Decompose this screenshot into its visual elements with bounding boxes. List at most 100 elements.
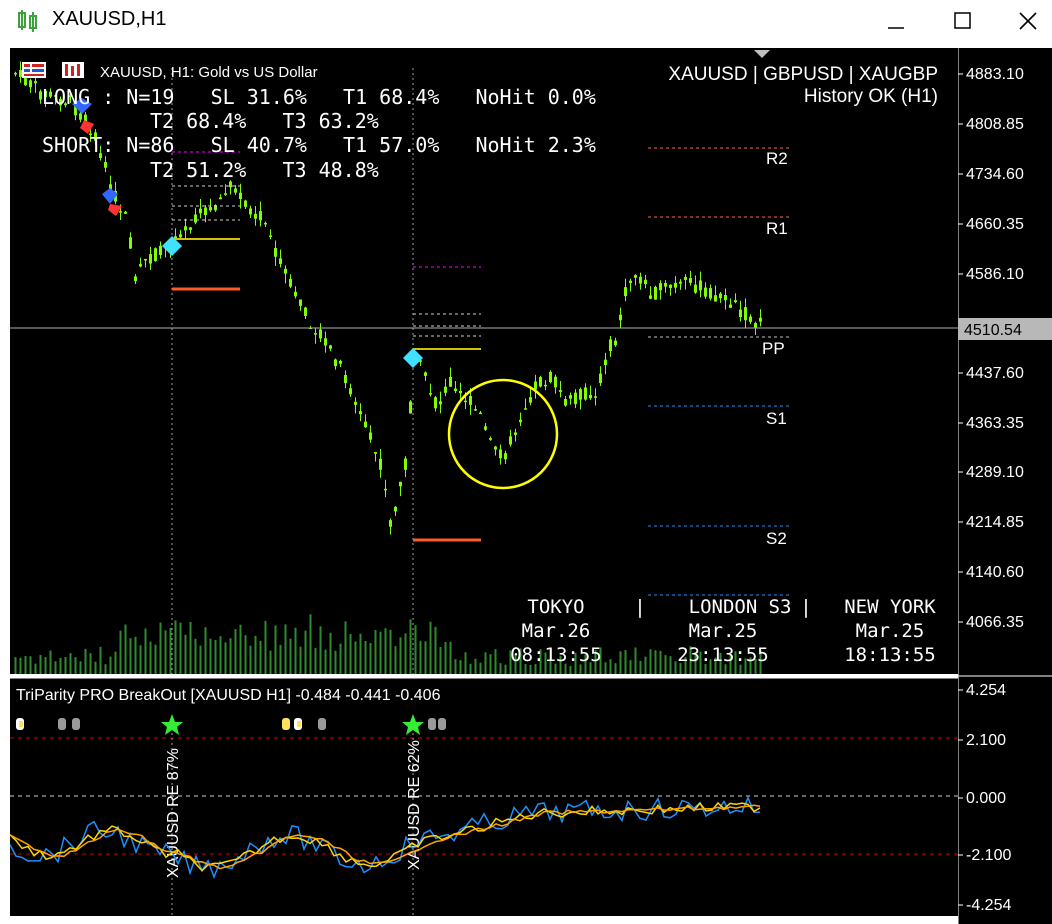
candle-body [464, 400, 467, 403]
candle-body [119, 211, 122, 213]
pivot-s2-label: S2 [766, 529, 787, 548]
candle-body [359, 411, 362, 415]
candle-body [619, 314, 622, 321]
candle-body [689, 278, 692, 283]
candle-body [754, 323, 757, 328]
candle-body [369, 432, 372, 440]
candle-body [374, 452, 377, 454]
indicator-tick-label: -4.254 [966, 897, 1011, 914]
candle-body [334, 359, 337, 367]
close-icon [1019, 12, 1037, 30]
candle-body [589, 394, 592, 399]
indicator-panel[interactable]: TriParity PRO BreakOut [XAUUSD H1] -0.48… [10, 678, 958, 916]
minimize-button[interactable] [868, 0, 924, 44]
candle-body [499, 449, 502, 459]
candle-body [289, 278, 292, 287]
candle-body [349, 388, 352, 395]
candle-body [409, 401, 412, 414]
candle-body [274, 248, 277, 257]
candle-body [304, 307, 307, 316]
candle-body [259, 211, 262, 221]
candle-body [139, 263, 142, 267]
candle-body [244, 200, 247, 207]
candle-body [384, 488, 387, 491]
candle-body [554, 376, 557, 388]
candle-body [539, 377, 542, 387]
candle-body [664, 283, 667, 287]
candle-body [739, 309, 742, 318]
candle-body [189, 227, 192, 230]
candle-body [199, 208, 202, 214]
candle-body [129, 237, 132, 249]
candle-body [239, 192, 242, 200]
candle-body [549, 371, 552, 383]
candle-body [614, 340, 617, 346]
candle-body [249, 208, 252, 215]
price-tick-label: 4363.35 [966, 415, 1024, 432]
candle-body [704, 287, 707, 297]
candle-body [159, 245, 162, 255]
candle-body [629, 280, 632, 284]
candle-body [744, 307, 747, 321]
candle-body [569, 395, 572, 399]
price-tick-label: 4883.10 [966, 66, 1024, 83]
candle-body [204, 207, 207, 216]
candle-body [669, 284, 672, 289]
candle-body [759, 317, 762, 322]
candle-body [504, 453, 507, 460]
candle-body [634, 275, 637, 278]
candle-body [234, 188, 237, 193]
candle-body [594, 396, 597, 398]
candle-body [559, 389, 562, 392]
candle-body [354, 401, 357, 405]
price-tick-label: 4808.85 [966, 116, 1024, 133]
candle-body [544, 384, 547, 387]
session-london-time: 23:13:55 [677, 644, 769, 666]
price-tick-label: 4437.60 [966, 365, 1024, 382]
stats-short-line1: SHORT: N=86 SL 40.7% T1 57.0% NoHit 2.3% [42, 133, 596, 157]
indicator-tick-label: -2.100 [966, 847, 1011, 864]
session-tokyo-date: Mar.26 [522, 620, 591, 642]
price-tick-label: 4734.60 [966, 166, 1024, 183]
candle-body [184, 226, 187, 231]
symbols-label: XAUUSD | GBPUSD | XAUGBP [668, 64, 938, 85]
price-tick-label: 4214.85 [966, 514, 1024, 531]
price-axis[interactable]: 4883.10 4808.85 4734.60 4660.35 4586.10 4437.… [958, 48, 1052, 924]
candle-body [439, 401, 442, 405]
close-button[interactable] [996, 0, 1052, 44]
candle-body [394, 506, 397, 512]
candle-body [14, 72, 17, 75]
candle-body [104, 162, 107, 168]
candle-body [124, 211, 127, 214]
candle-body [454, 388, 457, 392]
candle-body [489, 438, 492, 440]
candle-body [624, 287, 627, 297]
candle-body [24, 77, 27, 86]
maximize-button[interactable] [934, 0, 990, 44]
candle-body [564, 398, 567, 406]
candle-body [254, 213, 257, 219]
chart-header-title: XAUUSD, H1: Gold vs US Dollar [100, 64, 318, 81]
candle-body [469, 396, 472, 405]
chart-header-icons [22, 62, 84, 78]
price-chart-canvas[interactable]: R2 R1 PP S1 S2 XAUUSD, H1: Gold vs US Do… [10, 48, 958, 674]
session-london-name: LONDON [689, 596, 758, 618]
stats-short-line2: T2 51.2% T3 48.8% [150, 158, 379, 182]
candle-body [279, 258, 282, 265]
candle-body [479, 412, 482, 415]
candle-body [734, 300, 737, 303]
chart-shift-marker-icon [754, 50, 770, 58]
candle-body [714, 295, 717, 302]
candle-body [519, 419, 522, 423]
session-divider: | [800, 596, 811, 618]
indicator-line-slow [10, 804, 761, 870]
chart-candles-icon [18, 10, 37, 32]
price-chart[interactable]: R2 R1 PP S1 S2 XAUUSD, H1: Gold vs US Do… [10, 48, 958, 674]
candle-body [404, 458, 407, 470]
candle-body [749, 316, 752, 322]
candle-body [724, 294, 727, 301]
session-tokyo-name: TOKYO [527, 596, 584, 618]
star-icon [402, 714, 424, 735]
candle-body [399, 481, 402, 487]
candle-body [294, 291, 297, 297]
